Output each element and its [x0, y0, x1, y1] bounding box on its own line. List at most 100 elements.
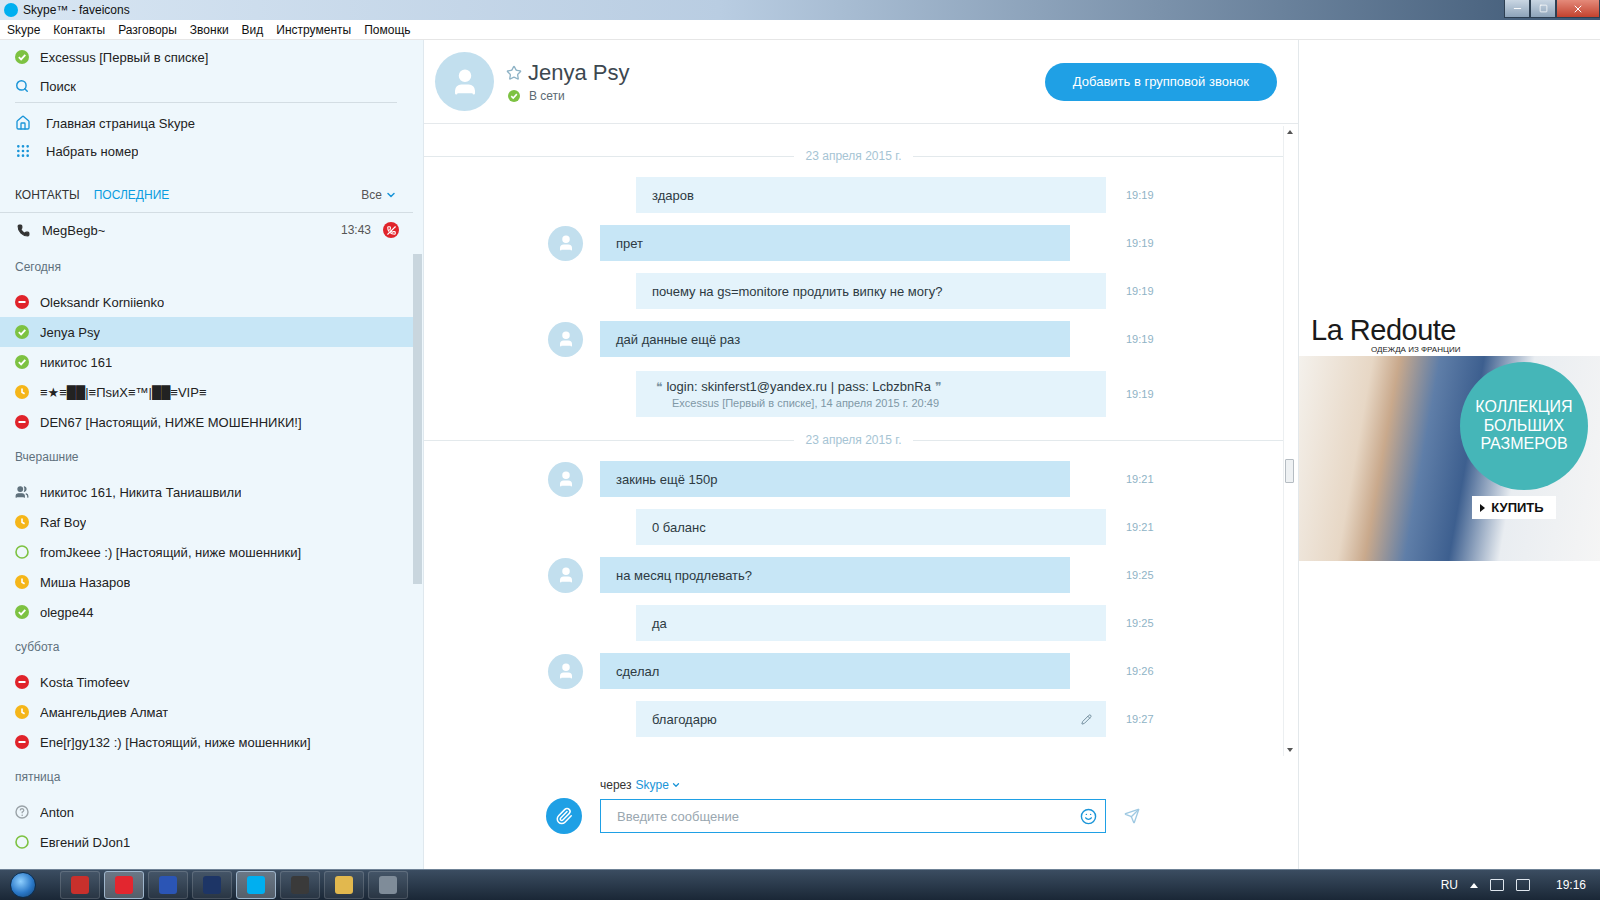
contact-row[interactable]: Миша Назаров — [0, 567, 413, 597]
scroll-thumb[interactable] — [1285, 459, 1294, 483]
menu-item[interactable]: Контакты — [53, 23, 105, 37]
close-button[interactable] — [1556, 0, 1600, 18]
language-indicator[interactable]: RU — [1441, 878, 1458, 892]
call-name: MegBegb~ — [42, 223, 105, 238]
chat-scrollbar[interactable] — [1283, 126, 1295, 756]
menu-item[interactable]: Разговоры — [118, 23, 177, 37]
start-button[interactable] — [4, 871, 42, 899]
menu-item[interactable]: Инструменты — [276, 23, 351, 37]
search-row[interactable]: Поиск — [0, 72, 413, 100]
contact-avatar[interactable] — [548, 322, 583, 357]
send-icon[interactable] — [1124, 808, 1140, 824]
ad-photo[interactable]: КОЛЛЕКЦИЯ БОЛЬШИХ РАЗМЕРОВКУПИТЬ — [1299, 356, 1600, 561]
sidebar-scrollbar[interactable] — [413, 240, 422, 589]
contact-row[interactable]: Oleksandr Korniienko — [0, 287, 413, 317]
taskbar-app[interactable] — [192, 871, 232, 899]
filter-dropdown[interactable]: Все — [361, 188, 397, 202]
profile-row[interactable]: Excessus [Первый в списке] — [0, 40, 413, 72]
contact-tab[interactable]: ПОСЛЕДНИЕ — [94, 188, 170, 202]
message-bubble[interactable]: почему на gs=monitore продлить випку не … — [636, 273, 1106, 309]
scroll-down-arrow-icon[interactable] — [1287, 748, 1293, 752]
taskbar-app[interactable] — [236, 871, 276, 899]
message-bubble[interactable]: 0 баланс — [636, 509, 1106, 545]
contact-avatar[interactable] — [548, 462, 583, 497]
contact-avatar[interactable] — [548, 558, 583, 593]
taskbar-app[interactable] — [368, 871, 408, 899]
taskbar: RU 19:16 — [0, 869, 1600, 900]
contact-tab[interactable]: КОНТАКТЫ — [15, 188, 80, 202]
ad-logo[interactable]: La RedouteОДЕЖДА ИЗ ФРАНЦИИ — [1299, 314, 1600, 354]
network-icon[interactable] — [1490, 879, 1504, 891]
via-dropdown[interactable]: Skype — [636, 778, 681, 792]
message-bubble[interactable]: прет — [600, 225, 1070, 261]
bubble-slot: на месяц продлевать? — [600, 557, 1106, 593]
contact-row[interactable]: Ene[r]gy132 :) [Настоящий, ниже мошенник… — [0, 727, 413, 757]
message-bubble[interactable]: на месяц продлевать? — [600, 557, 1070, 593]
message-bubble[interactable]: благодарю — [636, 701, 1106, 737]
message-bubble[interactable]: дай данные ещё раз — [600, 321, 1070, 357]
sidebar-link[interactable]: Набрать номер — [0, 137, 413, 165]
status-row: В сети — [506, 89, 630, 103]
section-title: Вчерашние — [0, 437, 413, 477]
menu-item[interactable]: Помощь — [364, 23, 410, 37]
link-label: Главная страница Skype — [46, 116, 195, 131]
add-to-group-call-button[interactable]: Добавить в групповой звонок — [1045, 63, 1277, 101]
favorite-star-icon[interactable] — [506, 65, 522, 81]
contact-row[interactable]: Kosta Timofeev — [0, 667, 413, 697]
taskbar-app[interactable] — [60, 871, 100, 899]
contact-row[interactable]: fromJkeee :) [Настоящий, ниже мошенники] — [0, 537, 413, 567]
hangup-button[interactable] — [383, 222, 399, 238]
maximize-icon — [1539, 4, 1548, 13]
clock[interactable]: 19:16 — [1542, 878, 1592, 892]
emoticon-icon[interactable] — [1080, 808, 1097, 825]
taskbar-app[interactable] — [104, 871, 144, 899]
scroll-up-arrow-icon[interactable] — [1287, 130, 1293, 134]
taskbar-app[interactable] — [148, 871, 188, 899]
contact-avatar[interactable] — [548, 226, 583, 261]
contact-row[interactable]: Амангельдиев Алмат — [0, 697, 413, 727]
away-status-icon — [15, 705, 29, 719]
contact-name: Anton — [40, 805, 74, 820]
menu-item[interactable]: Звонки — [190, 23, 229, 37]
message-row: сделал19:26 — [424, 647, 1283, 695]
date-text: 23 апреля 2015 г. — [794, 433, 914, 447]
menu-item[interactable]: Skype — [7, 23, 40, 37]
contact-row[interactable]: Евгений DJon1 — [0, 827, 413, 857]
section-title: Сегодня — [0, 247, 413, 287]
contact-row[interactable]: DEN67 [Настоящий, НИЖЕ МОШЕННИКИ!] — [0, 407, 413, 437]
action-center-icon[interactable] — [1516, 879, 1530, 891]
contact-row[interactable]: ≡★≡██|≡ПsиХ≡™|██≡VIP≡ — [0, 377, 413, 407]
separator-line — [424, 440, 794, 441]
via-label: через — [600, 778, 632, 792]
paperclip-icon — [555, 807, 573, 825]
person-icon — [557, 330, 575, 348]
ad-buy-button[interactable]: КУПИТЬ — [1472, 496, 1555, 519]
show-hidden-icons-icon[interactable] — [1470, 883, 1478, 888]
message-bubble[interactable]: сделал — [600, 653, 1070, 689]
scroll-track[interactable] — [1284, 138, 1295, 744]
contact-avatar[interactable] — [435, 52, 494, 111]
contact-row[interactable]: olegpe44 — [0, 597, 413, 627]
contact-row[interactable]: никитос 161, Никита Таниашвили — [0, 477, 413, 507]
contact-row[interactable]: никитос 161 — [0, 347, 413, 377]
message-input[interactable] — [615, 808, 1074, 825]
contact-avatar[interactable] — [548, 654, 583, 689]
sidebar-link[interactable]: Главная страница Skype — [0, 109, 413, 137]
contact-row[interactable]: Jenya Psy — [0, 317, 413, 347]
attach-button[interactable] — [546, 798, 582, 834]
minimize-button[interactable] — [1504, 0, 1530, 18]
taskbar-app[interactable] — [280, 871, 320, 899]
busy-status-icon — [15, 295, 29, 309]
quote-bubble[interactable]: ❝login: skinferst1@yandex.ru | pass: Lcb… — [636, 371, 1106, 417]
taskbar-app[interactable] — [324, 871, 364, 899]
menu-item[interactable]: Вид — [242, 23, 264, 37]
contact-row[interactable]: Raf Boy — [0, 507, 413, 537]
contact-row[interactable]: Anton — [0, 797, 413, 827]
message-bubble[interactable]: здаров — [636, 177, 1106, 213]
maximize-button[interactable] — [1530, 0, 1556, 18]
separator-line — [424, 156, 794, 157]
message-bubble[interactable]: закинь ещё 150р — [600, 461, 1070, 497]
message-bubble[interactable]: да — [636, 605, 1106, 641]
active-call-row[interactable]: MegBegb~13:43 — [0, 213, 413, 247]
scroll-thumb[interactable] — [413, 254, 422, 584]
